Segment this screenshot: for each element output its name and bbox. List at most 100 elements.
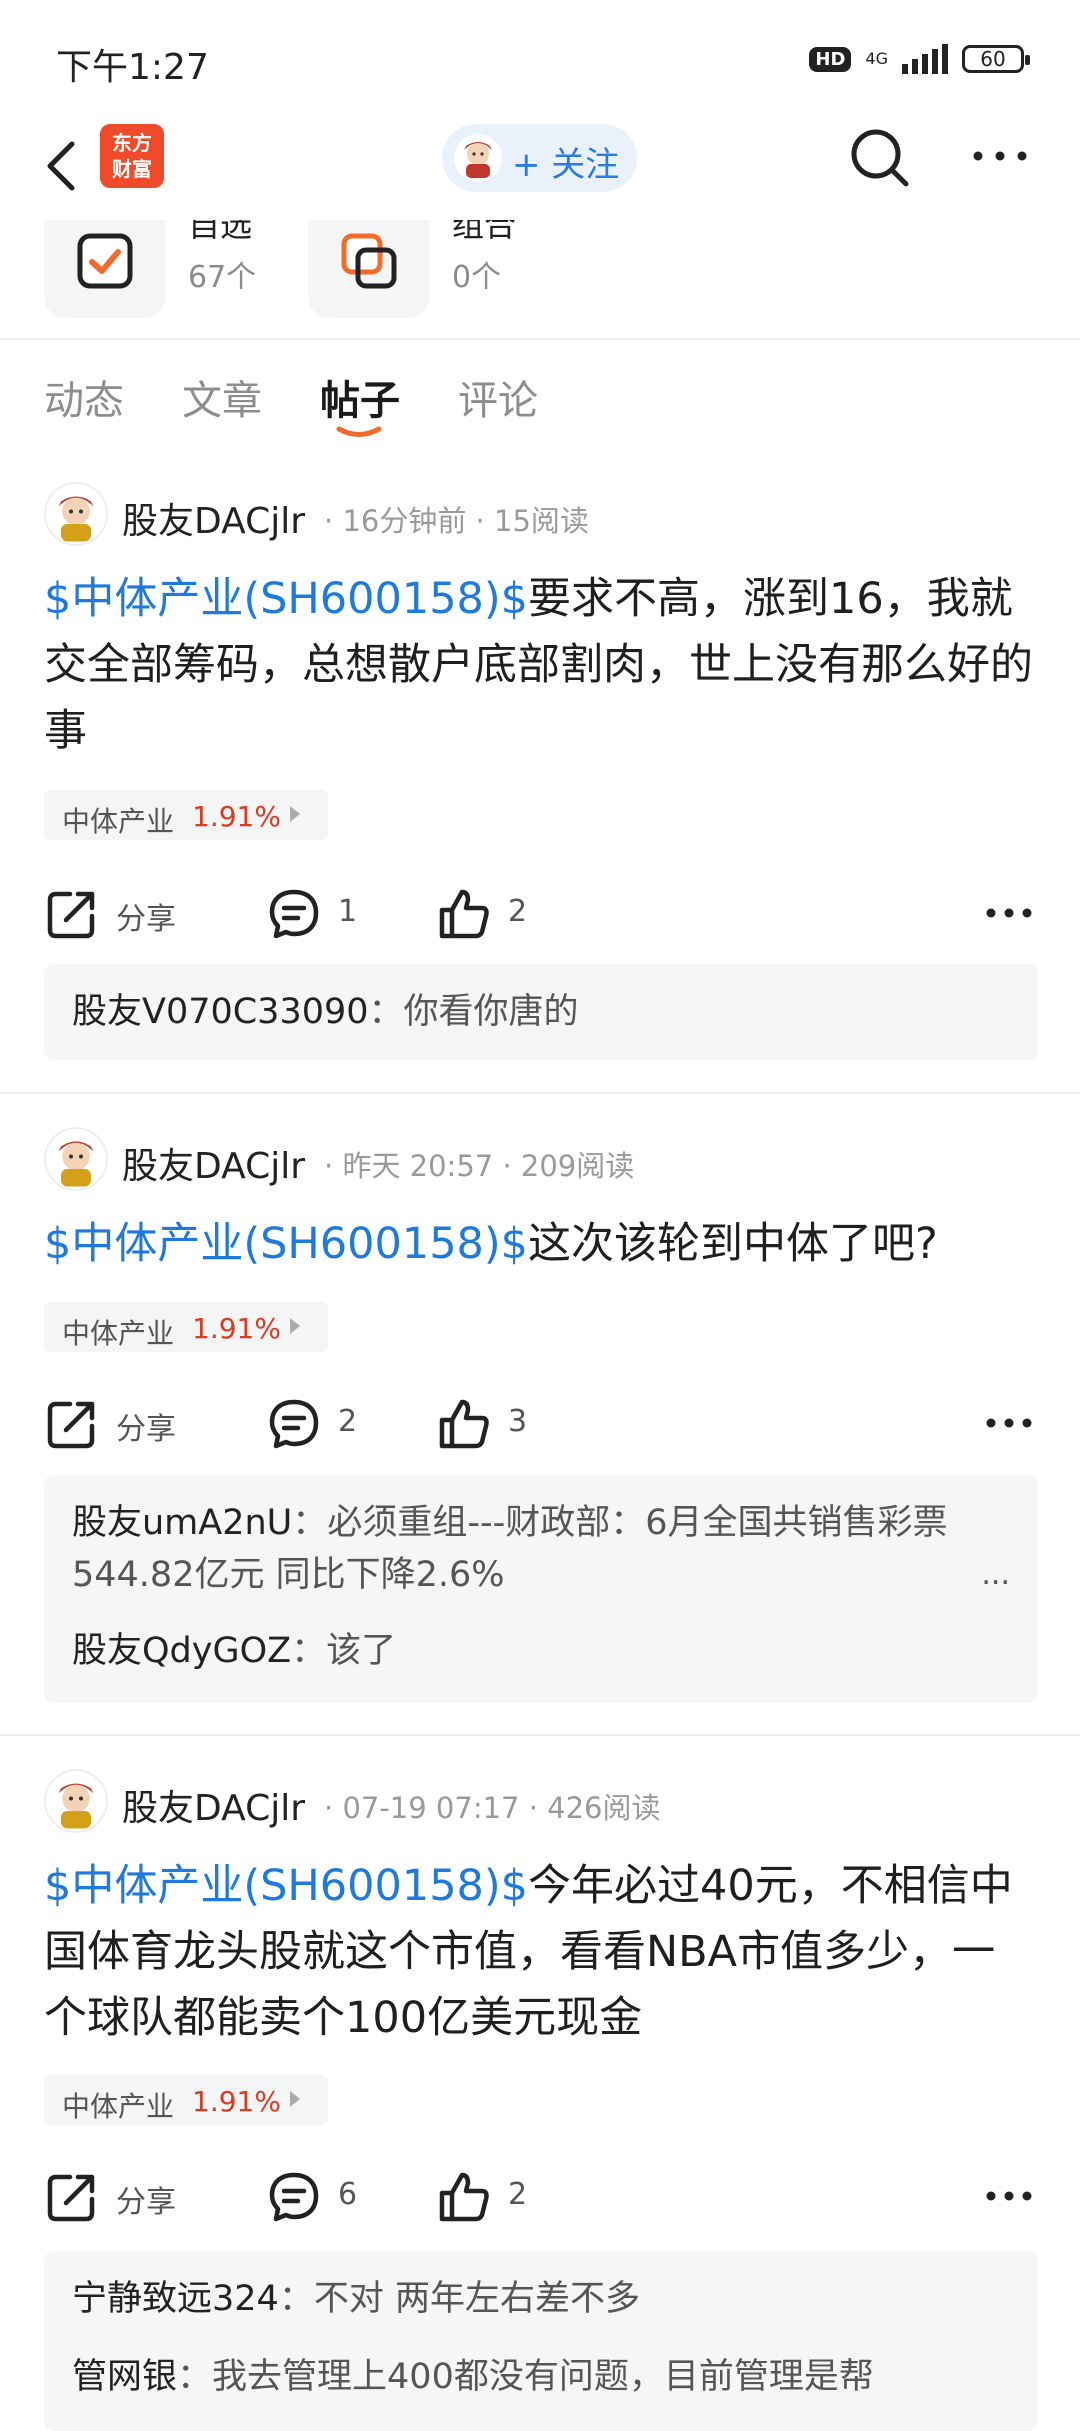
active-tab-indicator bbox=[336, 426, 382, 437]
like-button[interactable]: 2 bbox=[436, 880, 556, 944]
share-icon bbox=[47, 891, 95, 939]
author-avatar[interactable] bbox=[44, 1769, 108, 1833]
card-portfolio-title: 组合 bbox=[452, 220, 517, 244]
post-author-row: 股友DACjlr · 07-19 07:17 · 426阅读 bbox=[44, 1769, 1044, 1835]
post-reads: 209阅读 bbox=[520, 1149, 635, 1183]
share-button[interactable]: 分享 bbox=[44, 1390, 194, 1454]
stock-link[interactable]: $中体产业(SH600158)$ bbox=[44, 1219, 528, 1269]
follow-label: + 关注 bbox=[512, 145, 620, 185]
more-dots-icon bbox=[973, 151, 1027, 161]
post-body[interactable]: $中体产业(SH600158)$今年必过40元，不相信中国体育龙头股就这个市值，… bbox=[44, 1853, 1034, 2051]
post-more-icon[interactable] bbox=[984, 2189, 1034, 2203]
post-time: · 07-19 07:17 · 426阅读 bbox=[324, 1791, 661, 1825]
share-label: 分享 bbox=[116, 1412, 176, 1447]
share-label: 分享 bbox=[116, 902, 176, 937]
like-button[interactable]: 2 bbox=[436, 2163, 556, 2227]
comment-icon bbox=[269, 889, 319, 939]
hd-icon: HD bbox=[809, 46, 852, 72]
post-actions: 分享 1 2 bbox=[44, 880, 1044, 944]
share-label: 分享 bbox=[116, 2185, 176, 2220]
stock-tag-name: 中体产业 bbox=[62, 1317, 175, 1350]
stock-tag-name: 中体产业 bbox=[62, 2090, 175, 2123]
comment-button[interactable]: 2 bbox=[266, 1390, 386, 1454]
post-more-icon[interactable] bbox=[984, 906, 1034, 920]
share-button[interactable]: 分享 bbox=[44, 880, 194, 944]
author-avatar[interactable] bbox=[44, 482, 108, 546]
post-more-icon[interactable] bbox=[984, 1416, 1034, 1430]
comment-text: 你看你唐的 bbox=[403, 992, 579, 1032]
author-avatar[interactable] bbox=[44, 1127, 108, 1191]
status-time: 下午1:27 bbox=[56, 47, 209, 88]
card-watchlist-count: 67个 bbox=[188, 260, 257, 295]
back-button[interactable] bbox=[40, 136, 100, 196]
tab-bar: 动态 文章 帖子 评论 bbox=[0, 358, 1080, 448]
post-time: · 16分钟前 · 15阅读 bbox=[324, 504, 589, 538]
share-button[interactable]: 分享 bbox=[44, 2163, 194, 2227]
post-divider bbox=[0, 1092, 1080, 1094]
tab-dynamics[interactable]: 动态 bbox=[44, 368, 124, 426]
comment-user[interactable]: 股友V070C33090 bbox=[72, 992, 369, 1032]
comment-item: 管网银：我去管理上400都没有问题，目前管理是帮 bbox=[72, 2357, 874, 2397]
stock-link[interactable]: $中体产业(SH600158)$ bbox=[44, 574, 528, 624]
like-count: 2 bbox=[508, 894, 528, 929]
comment-item: 股友V070C33090：你看你唐的 bbox=[72, 992, 579, 1032]
signal-icon bbox=[902, 44, 948, 74]
tab-posts[interactable]: 帖子 bbox=[320, 368, 400, 426]
stock-tag[interactable]: 中体产业 1.91% bbox=[44, 790, 328, 840]
more-options-button[interactable] bbox=[970, 146, 1030, 166]
comment-button[interactable]: 1 bbox=[266, 880, 386, 944]
stock-tag[interactable]: 中体产业 1.91% bbox=[44, 2075, 328, 2125]
post-body[interactable]: $中体产业(SH600158)$这次该轮到中体了吧? bbox=[44, 1211, 1034, 1277]
portfolio-icon bbox=[341, 233, 397, 289]
stock-tag[interactable]: 中体产业 1.91% bbox=[44, 1302, 328, 1352]
tab-articles[interactable]: 文章 bbox=[182, 368, 262, 426]
post-body[interactable]: $中体产业(SH600158)$要求不高，涨到16，我就交全部筹码，总想散户底部… bbox=[44, 566, 1034, 764]
app-logo: 东方 财富 bbox=[100, 124, 164, 188]
tab-comments[interactable]: 评论 bbox=[458, 368, 538, 426]
play-arrow-icon bbox=[290, 2091, 300, 2107]
post-time-value: 昨天 20:57 bbox=[342, 1149, 494, 1183]
checkbox-icon bbox=[77, 233, 133, 289]
share-icon bbox=[47, 2174, 95, 2222]
author-name[interactable]: 股友DACjlr bbox=[122, 492, 305, 544]
comment-button[interactable]: 6 bbox=[266, 2163, 386, 2227]
stock-link[interactable]: $中体产业(SH600158)$ bbox=[44, 1861, 528, 1911]
thumbs-up-icon bbox=[439, 889, 489, 939]
card-watchlist[interactable] bbox=[44, 220, 166, 318]
comment-preview[interactable]: 股友umA2nU：必须重组---财政部：6月全国共销售彩票544.82亿元 同比… bbox=[44, 1475, 1038, 1703]
comment-user[interactable]: 宁静致远324 bbox=[72, 2279, 279, 2319]
post-reads: 426阅读 bbox=[547, 1791, 661, 1825]
comment-user[interactable]: 股友QdyGOZ bbox=[72, 1631, 291, 1671]
post-card[interactable]: 股友DACjlr · 昨天 20:57 · 209阅读 $中体产业(SH6001… bbox=[0, 1127, 1080, 1707]
post-reads: 15阅读 bbox=[494, 504, 589, 538]
post-card[interactable]: 股友DACjlr · 07-19 07:17 · 426阅读 $中体产业(SH6… bbox=[0, 1769, 1080, 2431]
post-actions: 分享 6 2 bbox=[44, 2163, 1044, 2227]
post-author-row: 股友DACjlr · 昨天 20:57 · 209阅读 bbox=[44, 1127, 1044, 1193]
comment-preview[interactable]: 宁静致远324：不对 两年左右差不多 管网银：我去管理上400都没有问题，目前管… bbox=[44, 2251, 1038, 2431]
follow-button[interactable]: + 关注 bbox=[442, 124, 637, 192]
comment-preview[interactable]: 股友V070C33090：你看你唐的 bbox=[44, 964, 1038, 1060]
comment-count: 2 bbox=[338, 1404, 358, 1439]
avatar-icon bbox=[58, 1141, 94, 1187]
search-icon bbox=[851, 129, 909, 187]
comment-expand-more[interactable]: ... bbox=[981, 1557, 1010, 1592]
author-name[interactable]: 股友DACjlr bbox=[122, 1779, 305, 1831]
search-button[interactable] bbox=[848, 126, 912, 190]
card-watchlist-title: 自选 bbox=[188, 220, 253, 244]
card-portfolio-count: 0个 bbox=[452, 260, 502, 295]
comment-user[interactable]: 股友umA2nU bbox=[72, 1503, 292, 1543]
post-actions: 分享 2 3 bbox=[44, 1390, 1044, 1454]
avatar-icon bbox=[58, 1783, 94, 1829]
play-arrow-icon bbox=[290, 806, 300, 822]
profile-cards: 自选 67个 组合 0个 bbox=[0, 220, 1080, 338]
share-icon bbox=[47, 1401, 95, 1449]
comment-user[interactable]: 管网银 bbox=[72, 2357, 177, 2397]
network-type: 4G bbox=[865, 49, 888, 68]
post-time: · 昨天 20:57 · 209阅读 bbox=[324, 1149, 635, 1183]
comment-icon bbox=[269, 1399, 319, 1449]
like-button[interactable]: 3 bbox=[436, 1390, 556, 1454]
author-name[interactable]: 股友DACjlr bbox=[122, 1137, 305, 1189]
comment-text: 不对 两年左右差不多 bbox=[313, 2279, 640, 2319]
card-portfolio[interactable] bbox=[308, 220, 430, 318]
post-card[interactable]: 股友DACjlr · 16分钟前 · 15阅读 $中体产业(SH600158)$… bbox=[0, 482, 1080, 1082]
